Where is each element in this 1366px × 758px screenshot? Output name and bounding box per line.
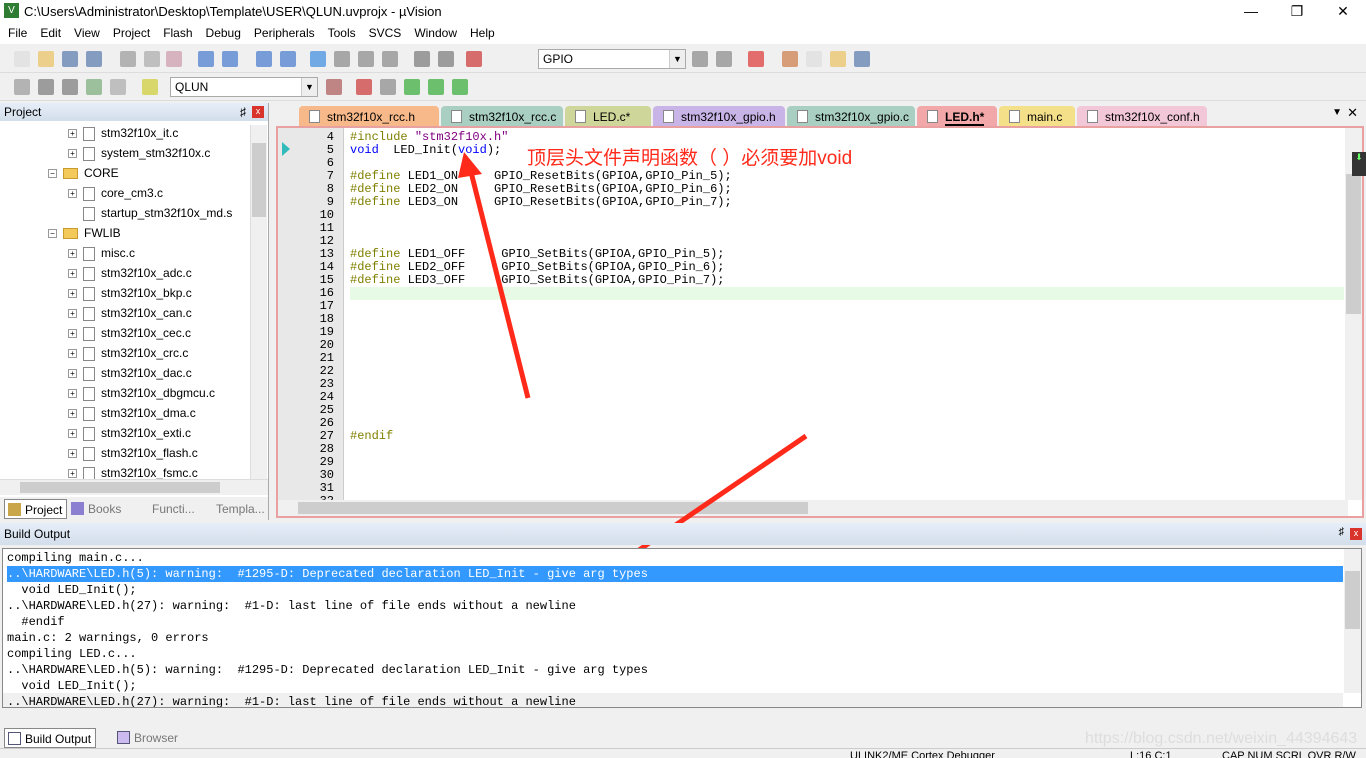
status-flags: CAP NUM SCRL OVR R/W [1222, 750, 1356, 758]
status-bar: ULINK2/ME Cortex Debugger L:16 C:1 CAP N… [0, 748, 1366, 758]
build-output-line[interactable]: ..\HARDWARE\LED.h(5): warning: #1295-D: … [7, 662, 1343, 678]
build-output-line[interactable]: void LED_Init(); [7, 582, 1343, 598]
build-output-title: Build Output [4, 527, 71, 541]
browser-icon [117, 731, 130, 744]
build-output-line[interactable]: ..\HARDWARE\LED.h(27): warning: #1-D: la… [7, 598, 1343, 614]
arrow-up [467, 167, 531, 399]
build-output-line[interactable]: ..\HARDWARE\LED.h(27): warning: #1-D: la… [7, 694, 1343, 707]
build-tab-1[interactable]: Browser [114, 728, 182, 748]
build-output-line[interactable]: compiling LED.c... [7, 646, 1343, 662]
build-tab-0[interactable]: Build Output [4, 728, 97, 748]
arrow-up-head [458, 152, 482, 178]
build-output-line[interactable]: void LED_Init(); [7, 678, 1343, 694]
pin-icon[interactable]: ♯ [1339, 526, 1345, 538]
build-output-line[interactable]: #endif [7, 614, 1343, 630]
build-tab-label: Browser [134, 731, 179, 745]
close-icon[interactable]: x [1350, 528, 1362, 540]
build-output-line[interactable]: main.c: 2 warnings, 0 errors [7, 630, 1343, 646]
status-position: L:16 C:1 [1130, 750, 1172, 758]
watermark: https://blog.csdn.net/weixin_44394643 [1085, 730, 1358, 747]
build-vscrollbar[interactable] [1344, 549, 1361, 693]
build-output-header: Build Output ♯ x [0, 523, 1366, 545]
build-output-line[interactable]: compiling main.c... [7, 550, 1343, 566]
build-output-icon [8, 732, 21, 745]
build-output-line[interactable]: ..\HARDWARE\LED.h(5): warning: #1295-D: … [7, 566, 1343, 582]
build-output-text[interactable]: compiling main.c... ..\HARDWARE\LED.h(5):… [2, 548, 1362, 708]
build-tab-label: Build Output [25, 732, 92, 746]
status-debugger: ULINK2/ME Cortex Debugger [850, 750, 995, 758]
